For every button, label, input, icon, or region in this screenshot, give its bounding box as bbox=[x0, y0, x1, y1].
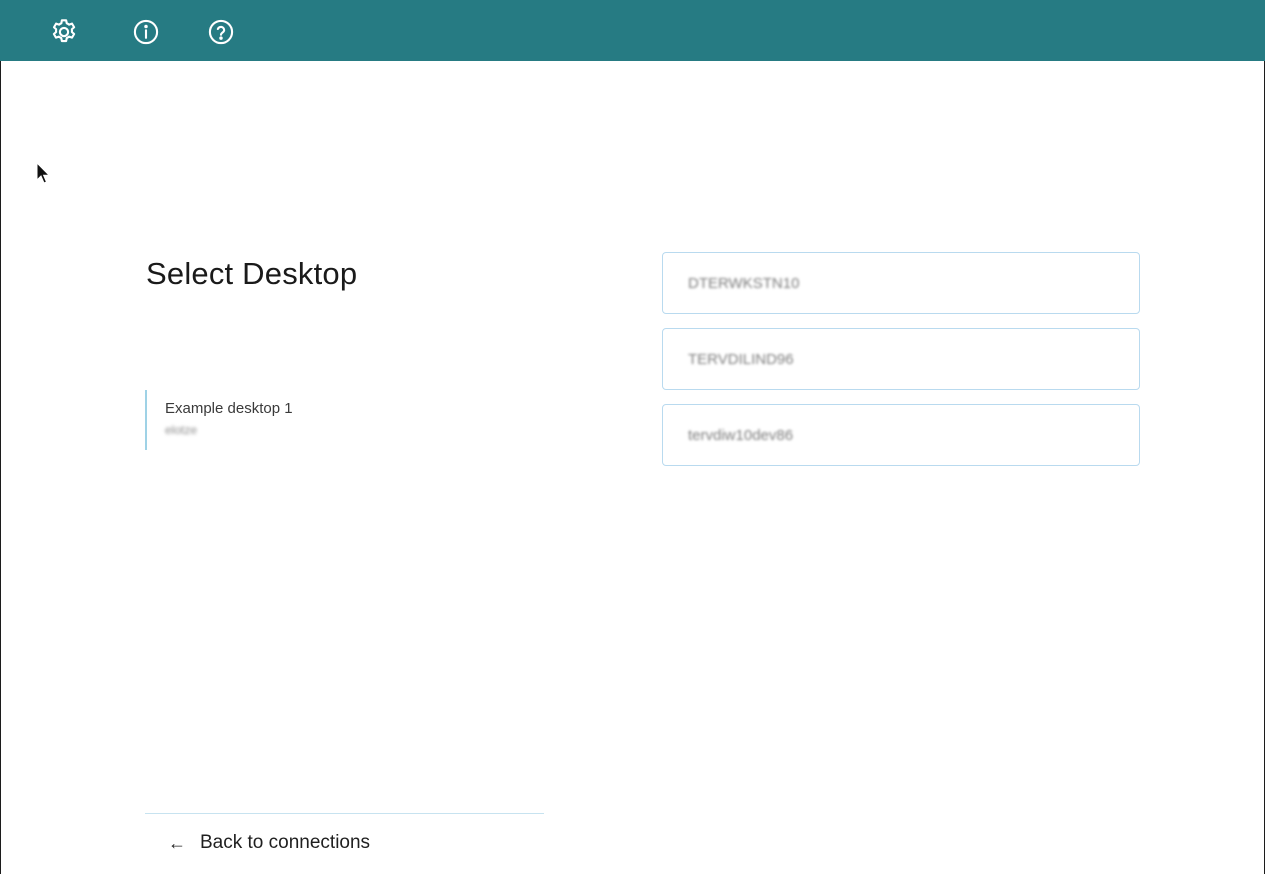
arrow-left-icon: ← bbox=[168, 833, 186, 853]
page-title: Select Desktop bbox=[146, 256, 358, 291]
help-icon bbox=[208, 19, 234, 45]
mouse-cursor-icon bbox=[36, 161, 52, 191]
desktop-user: elotze bbox=[165, 423, 198, 437]
desktop-name: Example desktop 1 bbox=[165, 400, 293, 417]
divider bbox=[145, 813, 544, 814]
settings-button[interactable] bbox=[48, 16, 80, 48]
top-bar bbox=[0, 0, 1265, 61]
host-item[interactable]: DTERWKSTN10 bbox=[662, 252, 1140, 314]
help-button[interactable] bbox=[205, 16, 237, 48]
host-label: DTERWKSTN10 bbox=[688, 275, 800, 292]
host-item[interactable]: tervdiw10dev86 bbox=[662, 404, 1140, 466]
host-list: DTERWKSTN10 TERVDILIND96 tervdiw10dev86 bbox=[662, 252, 1140, 480]
back-to-connections-link[interactable]: ← Back to connections bbox=[168, 832, 370, 854]
host-label: tervdiw10dev86 bbox=[688, 427, 794, 444]
back-link-label: Back to connections bbox=[200, 832, 371, 853]
info-icon bbox=[133, 19, 159, 45]
host-label: TERVDILIND96 bbox=[688, 351, 794, 368]
desktop-list-item[interactable]: Example desktop 1 elotze bbox=[145, 390, 505, 450]
gear-icon bbox=[52, 19, 76, 43]
host-item[interactable]: TERVDILIND96 bbox=[662, 328, 1140, 390]
info-button[interactable] bbox=[130, 16, 162, 48]
